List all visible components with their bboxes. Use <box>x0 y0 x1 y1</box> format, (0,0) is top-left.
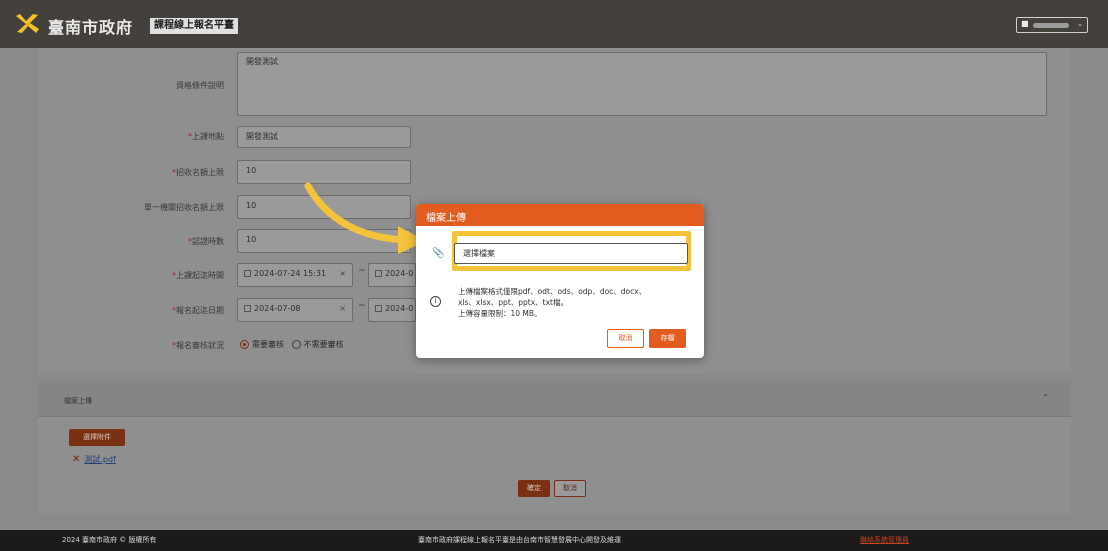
class-start-picker[interactable]: 2024-07-24 15:31 × <box>237 263 353 287</box>
modal-cancel-button[interactable]: 取消 <box>607 329 644 348</box>
qualification-textarea[interactable]: 開發測試 <box>237 52 1047 116</box>
file-select-input[interactable]: 選擇檔案 <box>454 243 688 264</box>
signup-period-label: *報名起迄日期 <box>172 306 224 315</box>
footer: 2024 臺南市政府 © 版權所有 臺南市政府課程線上報名平臺是由台南市智慧發展… <box>0 530 1108 551</box>
calendar-icon <box>375 305 382 312</box>
class-period-label: *上課起迄時間 <box>172 271 224 280</box>
agency-capacity-label: 單一機關招收名額上限 <box>144 203 224 212</box>
file-link[interactable]: 測試.pdf <box>84 455 116 464</box>
top-bar: 臺南市政府 課程線上報名平臺 ■ ⌄ <box>0 0 1108 48</box>
radio-require-review[interactable]: 需要審核 <box>240 340 284 349</box>
upload-panel: 檔案上傳 ⌃ 選擇附件 ✕ 測試.pdf 確定 取消 <box>38 381 1071 513</box>
info-icon: i <box>430 296 441 307</box>
class-end-picker[interactable]: 2024-0 <box>368 263 416 287</box>
remove-file-icon[interactable]: ✕ <box>72 454 80 465</box>
user-name-redacted <box>1033 23 1069 28</box>
copyright: 2024 臺南市政府 © 版權所有 <box>62 536 157 544</box>
credit: 臺南市政府課程線上報名平臺是由台南市智慧發展中心開發及維運 <box>418 536 621 544</box>
signup-end-picker[interactable]: 2024-0 <box>368 298 416 322</box>
hours-label: *認證時數 <box>188 237 224 246</box>
contact-admin-link[interactable]: 聯絡系統管理員 <box>860 530 909 551</box>
choose-attachment-button[interactable]: 選擇附件 <box>69 429 125 446</box>
range-separator: ~ <box>358 266 366 276</box>
upload-panel-header[interactable]: 檔案上傳 ⌃ <box>38 381 1071 417</box>
chevron-down-icon: ⌄ <box>1077 20 1083 28</box>
attached-file: ✕ 測試.pdf <box>72 454 116 465</box>
note-line: xls、xlsx、ppt、pptx、txt檔。 <box>458 298 568 307</box>
calendar-icon <box>244 305 251 312</box>
calendar-icon <box>244 270 251 277</box>
tainan-logo-icon <box>16 14 39 33</box>
cancel-button[interactable]: 取消 <box>554 480 586 497</box>
confirm-button[interactable]: 確定 <box>518 480 550 497</box>
review-label: *報名審核狀況 <box>172 341 224 350</box>
upload-notes: 上傳檔案格式僅限pdf、odt、ods、odp、doc、docx、 xls、xl… <box>458 286 646 319</box>
signup-start-picker[interactable]: 2024-07-08 × <box>237 298 353 322</box>
radio-no-review[interactable]: 不需要審核 <box>291 340 344 349</box>
modal-header: 檔案上傳 <box>416 204 704 226</box>
radio-empty-icon <box>291 340 301 349</box>
user-menu[interactable]: ■ ⌄ <box>1016 17 1088 33</box>
platform-name[interactable]: 課程線上報名平臺 <box>150 18 238 34</box>
modal-save-button[interactable]: 存檔 <box>649 329 686 348</box>
range-separator: ~ <box>358 301 366 311</box>
chevron-up-icon[interactable]: ⌃ <box>1042 393 1049 402</box>
review-radio-group: 需要審核 不需要審核 <box>240 339 344 350</box>
radio-selected-icon <box>240 340 249 349</box>
note-line: 上傳檔案格式僅限pdf、odt、ods、odp、doc、docx、 <box>458 287 647 296</box>
clear-icon[interactable]: × <box>339 264 346 284</box>
upload-panel-title: 檔案上傳 <box>64 397 92 405</box>
file-upload-modal: 檔案上傳 📎 i 上傳檔案格式僅限pdf、odt、ods、odp、doc、doc… <box>416 204 704 358</box>
city-name: 臺南市政府 <box>48 18 134 37</box>
note-line: 上傳容量限制：10 MB。 <box>458 309 542 318</box>
user-icon: ■ <box>1021 19 1029 28</box>
qualification-label: 資格條件說明 <box>176 81 224 90</box>
location-label: *上課地點 <box>188 132 224 141</box>
clear-icon[interactable]: × <box>339 299 346 319</box>
modal-title: 檔案上傳 <box>426 213 466 224</box>
capacity-label: *招收名額上限 <box>172 168 224 177</box>
paperclip-icon: 📎 <box>432 248 445 259</box>
calendar-icon <box>375 270 382 277</box>
location-input[interactable]: 開發測試 <box>237 126 411 148</box>
